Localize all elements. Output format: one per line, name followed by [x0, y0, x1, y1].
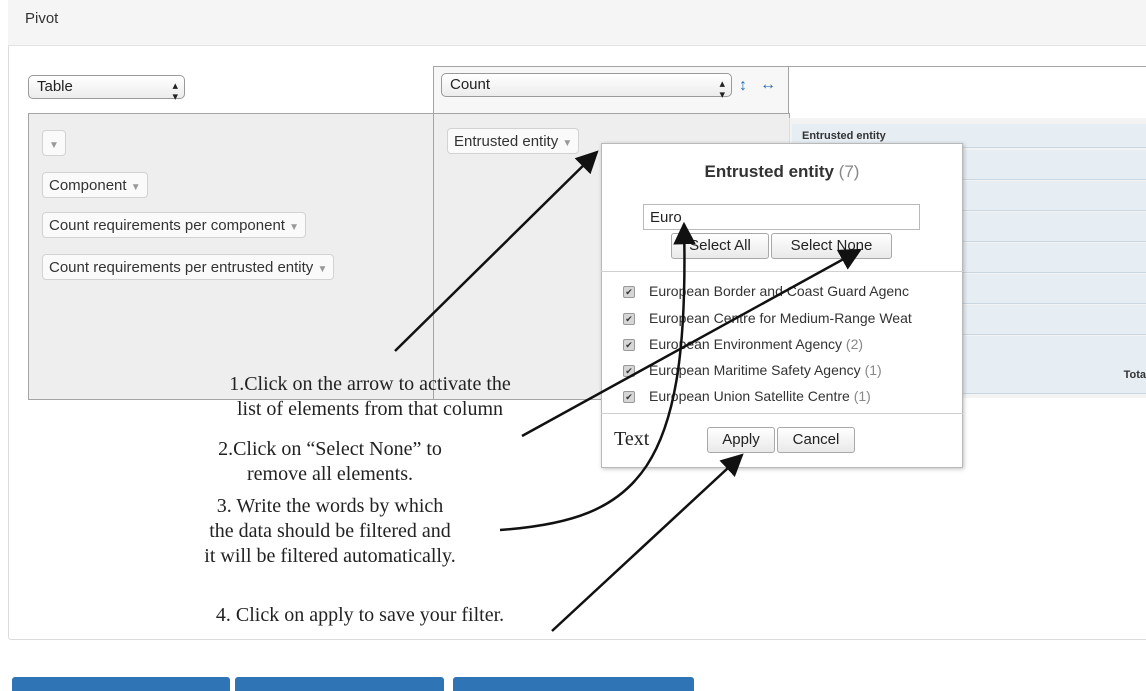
- annotation-step1: 1.Click on the arrow to activate the lis…: [180, 372, 560, 422]
- annotation-line: 3. Write the words by which: [216, 495, 444, 517]
- arrow-step2: [521, 248, 862, 438]
- annotation-line: 2.Click on “Select None” to: [218, 438, 442, 460]
- annotation-step3: 3. Write the words by which the data sho…: [150, 494, 510, 569]
- annotation-line: it will be filtered automatically.: [204, 545, 456, 567]
- annotation-line: remove all elements.: [246, 463, 414, 485]
- annotation-line: list of elements from that column: [236, 398, 504, 420]
- annotation-arrows: [394, 150, 862, 632]
- annotation-step2: 2.Click on “Select None” to remove all e…: [160, 437, 500, 487]
- annotation-step4: 4. Click on apply to save your filter.: [215, 604, 505, 626]
- arrow-step4: [551, 453, 744, 632]
- annotation-line: the data should be filtered and: [209, 520, 451, 542]
- arrow-step1: [394, 150, 599, 352]
- annotation-line: 1.Click on the arrow to activate the: [229, 373, 511, 395]
